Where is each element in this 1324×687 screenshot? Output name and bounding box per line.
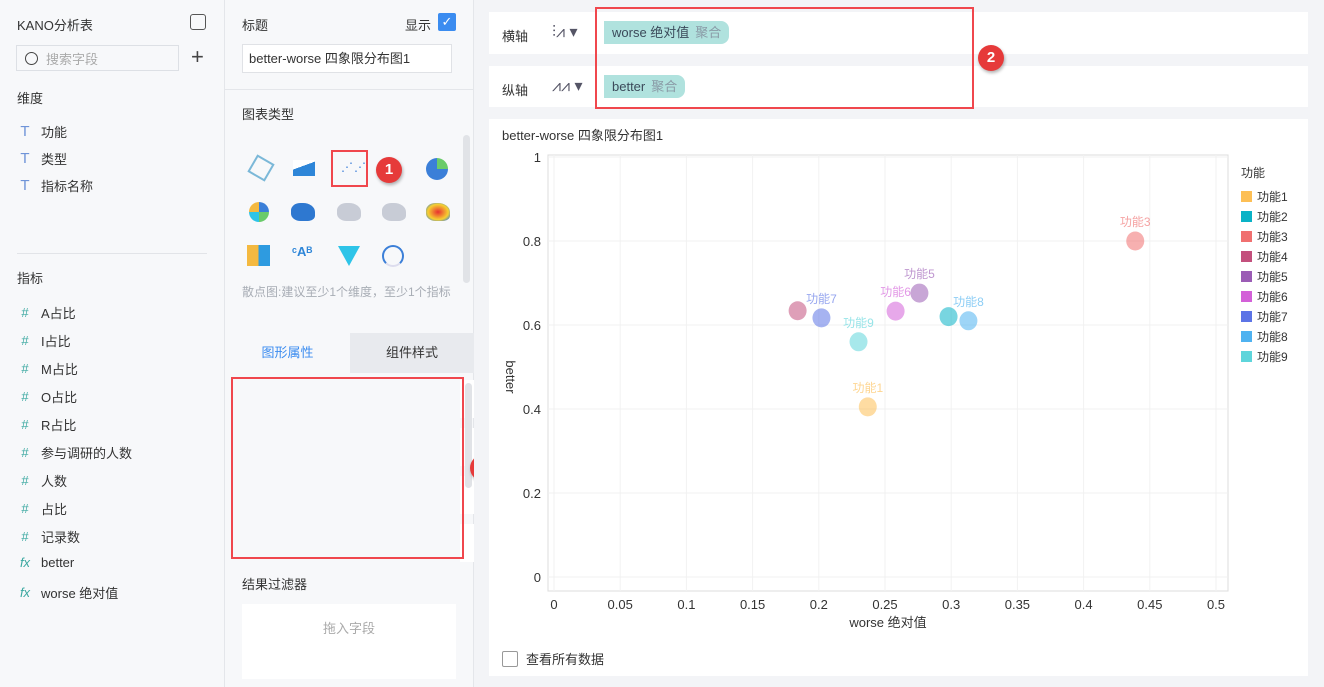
data-point [887,302,905,321]
data-label: 功能6 [880,285,911,299]
legend-swatch [1241,211,1252,222]
data-point [789,301,807,320]
data-point [812,308,830,327]
x-tick-label: 0.05 [608,597,633,612]
legend-item: 功能3 [1257,230,1288,244]
data-point [859,397,877,416]
legend-swatch [1241,251,1252,262]
legend-swatch [1241,331,1252,342]
legend-item: 功能9 [1257,350,1288,364]
y-tick-label: 0.2 [523,486,541,501]
legend-title: 功能 [1241,166,1265,180]
x-tick-label: 0.15 [740,597,765,612]
chart-title: better-worse 四象限分布图1 [502,128,663,143]
data-label: 功能5 [904,267,935,281]
legend-swatch [1241,351,1252,362]
y-axis-title: better [503,360,518,394]
x-tick-label: 0.3 [942,597,960,612]
checkbox-icon [502,651,518,667]
data-point [910,284,928,303]
x-tick-label: 0.25 [872,597,897,612]
legend-swatch [1241,271,1252,282]
x-tick-label: 0.5 [1207,597,1225,612]
data-label: 功能3 [1120,215,1151,229]
y-tick-label: 0.6 [523,318,541,333]
scatter-chart: 0 0.05 0.1 0.15 0.2 0.25 0.3 0.35 0.4 0.45 0.5 0 0.2… [0,0,1324,687]
legend-item: 功能1 [1257,190,1288,204]
data-label: 功能1 [852,381,883,395]
data-label: 功能7 [806,292,837,306]
x-tick-label: 0.45 [1137,597,1162,612]
legend-item: 功能5 [1257,270,1288,284]
x-axis-title: worse 绝对值 [848,615,926,630]
legend-item: 功能7 [1257,310,1288,324]
legend-item: 功能6 [1257,290,1288,304]
x-tick-label: 0 [550,597,557,612]
x-tick-label: 0.1 [677,597,695,612]
legend-swatch [1241,231,1252,242]
data-label: 功能8 [953,295,984,309]
y-tick-label: 0.4 [523,402,541,417]
legend-swatch [1241,191,1252,202]
legend-swatch [1241,311,1252,322]
data-label: 功能9 [843,316,874,330]
data-point [940,307,958,326]
legend-swatch [1241,291,1252,302]
y-tick-label: 0.8 [523,234,541,249]
x-tick-label: 0.35 [1005,597,1030,612]
data-point [959,311,977,330]
view-all-label: 查看所有数据 [526,649,604,668]
x-tick-label: 0.2 [810,597,828,612]
legend-item: 功能4 [1257,250,1288,264]
y-tick-label: 1 [534,150,541,165]
legend-item: 功能2 [1257,210,1288,224]
data-point [1126,232,1144,251]
view-all-data-checkbox[interactable]: 查看所有数据 [502,649,604,668]
x-tick-label: 0.4 [1075,597,1093,612]
y-tick-label: 0 [534,570,541,585]
data-point [850,332,868,351]
legend-item: 功能8 [1257,330,1288,344]
